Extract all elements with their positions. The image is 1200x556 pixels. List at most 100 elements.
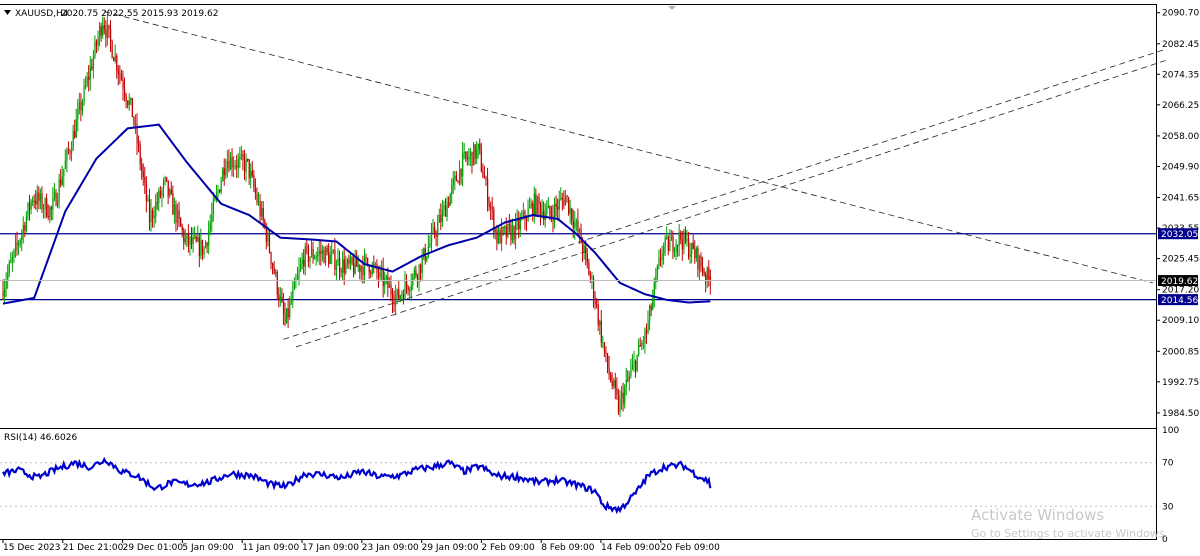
candle <box>684 226 687 245</box>
candle <box>295 273 297 289</box>
candle <box>145 176 148 213</box>
candle <box>694 240 696 264</box>
activate-windows-title: Activate Windows <box>971 506 1104 524</box>
candle <box>300 257 302 272</box>
candle <box>659 248 662 267</box>
candle <box>60 168 62 188</box>
candle <box>639 337 641 347</box>
candle <box>296 266 299 281</box>
scroll-marker-icon[interactable] <box>668 6 676 10</box>
candle <box>395 284 397 316</box>
price-chart[interactable]: 2090.70 2082.45 2074.35 2066.25 2058.00 2049.… <box>0 0 1200 556</box>
candle <box>278 287 280 308</box>
candle <box>686 229 688 247</box>
candle <box>183 227 185 250</box>
candle <box>80 93 82 122</box>
candle <box>150 198 152 232</box>
candle <box>164 175 166 186</box>
candle <box>127 100 129 109</box>
candle <box>448 196 450 209</box>
candle <box>293 277 296 290</box>
candle <box>229 152 232 171</box>
candle <box>504 225 506 234</box>
candle <box>463 143 465 160</box>
price-tick-label: 2049.90 <box>1162 162 1199 172</box>
candle <box>406 274 408 294</box>
candle <box>418 264 420 292</box>
candle <box>180 217 182 227</box>
level-price-label: 2032.05 <box>1161 230 1198 240</box>
candle <box>342 251 344 281</box>
candle <box>142 163 144 186</box>
candle <box>119 65 121 85</box>
candle <box>434 221 436 239</box>
candle <box>703 267 705 277</box>
candle <box>320 240 322 266</box>
candle <box>689 242 691 264</box>
candle <box>198 234 201 268</box>
candle <box>116 53 118 79</box>
candle <box>363 248 366 284</box>
candle <box>44 197 46 219</box>
trendline[interactable] <box>104 11 1153 284</box>
candle <box>602 335 604 349</box>
candle <box>242 150 244 171</box>
candle <box>206 241 208 254</box>
candle <box>351 255 353 266</box>
candle <box>574 211 576 240</box>
candle <box>580 223 582 244</box>
candle <box>122 70 124 101</box>
chart-window[interactable]: 2090.70 2082.45 2074.35 2066.25 2058.00 2049.… <box>0 0 1200 556</box>
candle <box>85 76 87 90</box>
candle <box>473 141 475 166</box>
candle <box>588 258 590 276</box>
candle <box>205 240 207 249</box>
candle <box>35 190 37 210</box>
candle <box>81 98 84 116</box>
candle <box>507 223 509 239</box>
candle <box>407 284 409 296</box>
candle <box>58 173 60 209</box>
candle <box>233 156 235 178</box>
candle <box>543 201 545 226</box>
candle <box>390 275 392 302</box>
price-tick-label: 2025.45 <box>1162 255 1199 265</box>
candle <box>111 39 113 59</box>
candle <box>677 244 679 257</box>
trendline[interactable] <box>283 48 1166 340</box>
moving-average-line <box>2 123 711 305</box>
candle <box>323 246 325 264</box>
candle <box>468 148 470 166</box>
candle <box>275 268 277 278</box>
candle <box>653 277 655 308</box>
collapse-arrow-icon[interactable] <box>4 10 11 15</box>
candle <box>5 272 7 298</box>
candle <box>563 190 565 209</box>
candle <box>139 140 141 171</box>
candle <box>328 242 330 268</box>
candle <box>647 310 649 335</box>
candle <box>187 224 190 253</box>
trendline[interactable] <box>295 60 1166 348</box>
candle <box>688 231 690 260</box>
candle <box>329 245 331 265</box>
candle <box>130 97 132 106</box>
candle <box>46 193 48 219</box>
candle <box>153 205 155 228</box>
candle <box>298 257 300 286</box>
candle <box>440 203 442 231</box>
candle <box>658 249 660 270</box>
candle <box>388 277 391 288</box>
candle <box>240 145 243 161</box>
candle <box>616 377 618 400</box>
candle <box>36 184 38 212</box>
candle <box>490 201 492 221</box>
candle <box>178 201 180 228</box>
time-axis-label: 21 Dec 21:00 <box>63 543 124 553</box>
candle <box>709 269 712 295</box>
candle <box>538 193 540 216</box>
candle <box>586 248 588 269</box>
candle <box>560 187 562 201</box>
candle <box>166 177 168 183</box>
price-tick-label: 2041.65 <box>1162 194 1199 204</box>
